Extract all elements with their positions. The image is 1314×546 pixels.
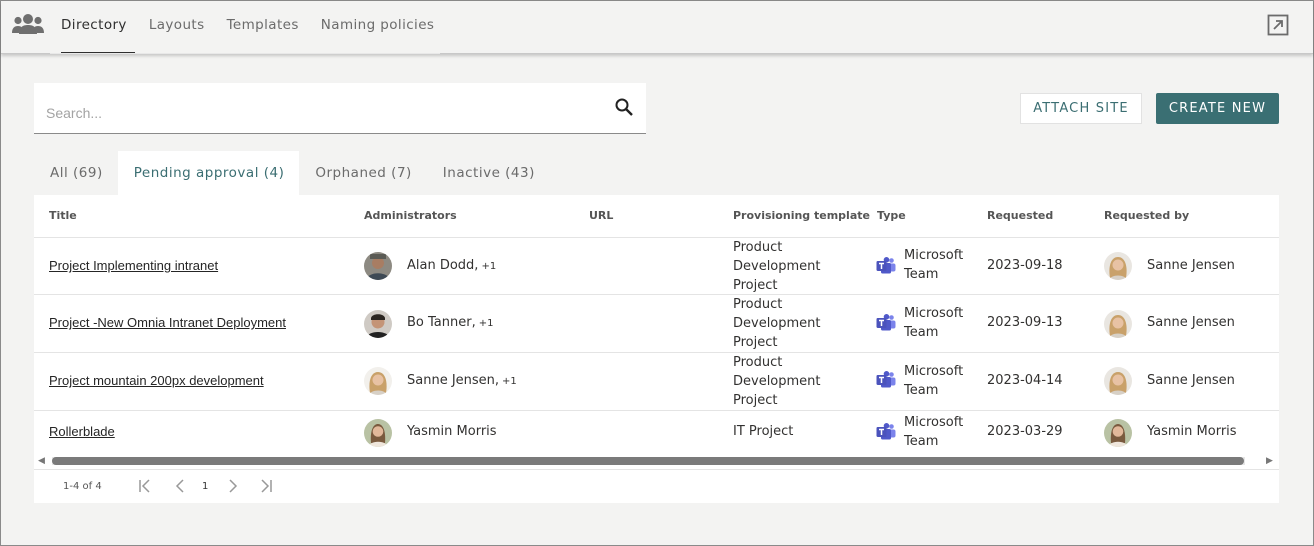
microsoft-teams-icon: [876, 314, 896, 331]
type-label: Microsoft Team: [904, 415, 964, 449]
main-nav: Directory Layouts Templates Naming polic…: [50, 1, 445, 54]
tab-inactive[interactable]: Inactive (43): [427, 151, 550, 195]
type-label: Microsoft Team: [904, 364, 964, 398]
column-header-url[interactable]: URL: [589, 209, 613, 222]
row-title-link[interactable]: Project Implementing intranet: [49, 258, 218, 273]
nav-tab-layouts[interactable]: Layouts: [138, 1, 216, 54]
admin-avatar: [364, 419, 392, 447]
table-header: Title Administrators URL Provisioning te…: [34, 195, 1279, 238]
horizontal-scrollbar[interactable]: ◀ ▶: [34, 453, 1279, 469]
table-row[interactable]: Rollerblade Yasmin Morris IT Project Mic…: [34, 411, 1279, 455]
table-row[interactable]: Project Implementing intranet Alan Dodd,…: [34, 238, 1279, 295]
pagination-info: 1-4 of 4: [63, 481, 102, 492]
requester-avatar: [1104, 367, 1132, 395]
admin-name: Alan Dodd, +1: [407, 258, 497, 273]
type-label: Microsoft Team: [904, 248, 964, 282]
microsoft-teams-icon: [876, 257, 896, 274]
admin-avatar: [364, 367, 392, 395]
requested-date: 2023-09-13: [987, 315, 1063, 330]
requested-date: 2023-04-14: [987, 373, 1063, 388]
admin-avatar: [364, 310, 392, 338]
people-group-icon: [12, 14, 44, 34]
tab-orphaned[interactable]: Orphaned (7): [299, 151, 426, 195]
last-page-icon[interactable]: [258, 478, 274, 494]
column-header-requested-by[interactable]: Requested by: [1104, 209, 1189, 222]
admin-extra-count[interactable]: +1: [481, 261, 496, 272]
scroll-left-icon[interactable]: ◀: [38, 456, 45, 466]
row-title-link[interactable]: Project -New Omnia Intranet Deployment: [49, 315, 286, 330]
scroll-right-icon[interactable]: ▶: [1266, 456, 1273, 466]
nav-tab-naming-policies[interactable]: Naming policies: [310, 1, 446, 54]
provisioning-template: Product Development Project: [733, 355, 821, 408]
provisioning-template: Product Development Project: [733, 297, 821, 350]
search-input[interactable]: [34, 83, 594, 133]
requested-date: 2023-09-18: [987, 258, 1063, 273]
requester-name: Sanne Jensen: [1147, 315, 1235, 330]
requester-avatar: [1104, 419, 1132, 447]
row-title-link[interactable]: Rollerblade: [49, 424, 115, 439]
row-title-link[interactable]: Project mountain 200px development: [49, 373, 264, 388]
table-row[interactable]: Project mountain 200px development Sanne…: [34, 353, 1279, 411]
create-new-button[interactable]: CREATE NEW: [1156, 93, 1279, 124]
column-header-requested[interactable]: Requested: [987, 209, 1053, 222]
directory-table: Title Administrators URL Provisioning te…: [34, 195, 1279, 503]
requester-name: Yasmin Morris: [1147, 424, 1237, 439]
next-page-icon[interactable]: [224, 478, 240, 494]
provisioning-template: Product Development Project: [733, 240, 821, 293]
attach-site-button[interactable]: ATTACH SITE: [1020, 93, 1142, 124]
admin-avatar: [364, 252, 392, 280]
admin-extra-count[interactable]: +1: [502, 376, 517, 387]
nav-tab-templates[interactable]: Templates: [216, 1, 310, 54]
requester-name: Sanne Jensen: [1147, 373, 1235, 388]
nav-divider: [50, 53, 440, 54]
scrollbar-thumb[interactable]: [52, 457, 1244, 465]
requester-avatar: [1104, 252, 1132, 280]
current-page-number[interactable]: 1: [202, 481, 208, 492]
search-box: [34, 83, 646, 134]
column-header-type[interactable]: Type: [877, 209, 906, 222]
search-icon[interactable]: [614, 97, 634, 117]
previous-page-icon[interactable]: [173, 478, 189, 494]
provisioning-template: IT Project: [733, 424, 794, 439]
admin-name: Sanne Jensen, +1: [407, 373, 517, 388]
requested-date: 2023-03-29: [987, 424, 1063, 439]
microsoft-teams-icon: [876, 423, 896, 440]
column-header-title[interactable]: Title: [49, 209, 77, 222]
admin-extra-count[interactable]: +1: [479, 318, 494, 329]
filter-tabs: All (69) Pending approval (4) Orphaned (…: [34, 151, 550, 195]
admin-name: Yasmin Morris: [407, 424, 497, 439]
admin-name: Bo Tanner, +1: [407, 315, 494, 330]
top-navigation-bar: Directory Layouts Templates Naming polic…: [1, 1, 1313, 54]
open-external-icon[interactable]: [1267, 14, 1289, 36]
microsoft-teams-icon: [876, 371, 896, 388]
tab-pending-approval[interactable]: Pending approval (4): [117, 151, 300, 195]
nav-tab-directory[interactable]: Directory: [50, 1, 138, 54]
table-row[interactable]: Project -New Omnia Intranet Deployment B…: [34, 295, 1279, 353]
first-page-icon[interactable]: [137, 478, 153, 494]
type-label: Microsoft Team: [904, 306, 964, 340]
tab-all[interactable]: All (69): [34, 151, 118, 195]
column-header-administrators[interactable]: Administrators: [364, 209, 457, 222]
requester-name: Sanne Jensen: [1147, 258, 1235, 273]
requester-avatar: [1104, 310, 1132, 338]
pagination: 1-4 of 4 1: [34, 469, 1279, 503]
column-header-provisioning-template[interactable]: Provisioning template: [733, 209, 870, 222]
